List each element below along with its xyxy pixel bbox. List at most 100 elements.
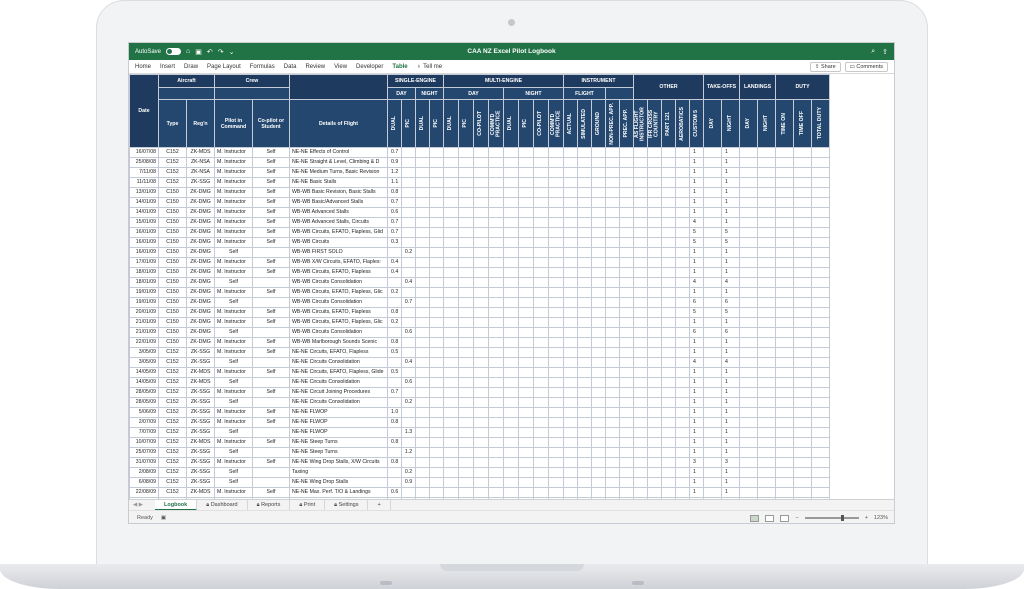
cell-takeoffs-day[interactable]: 4: [689, 357, 704, 368]
cell-empty[interactable]: [757, 387, 776, 398]
cell-regn[interactable]: ZK-SSG: [186, 357, 215, 368]
cell-empty[interactable]: [503, 197, 519, 208]
table-row[interactable]: 22/01/09 C150 ZK-DMG M. Instructor Self WB-WB…: [129, 337, 830, 348]
cell-empty[interactable]: [488, 197, 504, 208]
cell-empty[interactable]: [563, 487, 578, 498]
cell-empty[interactable]: [591, 467, 606, 478]
cell-empty[interactable]: [605, 247, 620, 258]
cell-date[interactable]: 22/08/09: [129, 487, 159, 498]
cell-type[interactable]: C152: [158, 167, 187, 178]
zoom-out-button[interactable]: −: [795, 515, 798, 521]
cell-takeoffs-day[interactable]: 1: [689, 267, 704, 278]
cell-empty[interactable]: [675, 317, 690, 328]
cell-empty[interactable]: [661, 297, 676, 308]
cell-empty[interactable]: [548, 327, 564, 338]
cell-empty[interactable]: [793, 187, 812, 198]
cell-empty[interactable]: [739, 377, 758, 388]
cell-empty[interactable]: [591, 447, 606, 458]
cell-empty[interactable]: [703, 227, 722, 238]
cell-empty[interactable]: [488, 177, 504, 188]
cell-empty[interactable]: [473, 357, 489, 368]
cell-empty[interactable]: [533, 477, 549, 488]
cell-date[interactable]: 6/08/09: [129, 477, 159, 488]
cell-empty[interactable]: [661, 177, 676, 188]
cell-empty[interactable]: [619, 417, 634, 428]
cell-empty[interactable]: [443, 187, 459, 198]
cell-se-day-pic[interactable]: [401, 257, 416, 268]
cell-empty[interactable]: [429, 197, 444, 208]
cell-type[interactable]: C152: [158, 377, 187, 388]
cell-empty[interactable]: [488, 427, 504, 438]
cell-date[interactable]: 22/01/09: [129, 337, 159, 348]
cell-empty[interactable]: [443, 337, 459, 348]
cell-empty[interactable]: [811, 157, 830, 168]
cell-empty[interactable]: [661, 257, 676, 268]
cell-empty[interactable]: [458, 337, 474, 348]
cell-empty[interactable]: [533, 377, 549, 388]
cell-empty[interactable]: [458, 467, 474, 478]
cell-empty[interactable]: [775, 397, 794, 408]
cell-se-day-pic[interactable]: [401, 157, 416, 168]
cell-empty[interactable]: [458, 487, 474, 498]
cell-empty[interactable]: [429, 407, 444, 418]
home-icon[interactable]: ⌂: [186, 48, 190, 55]
cell-empty[interactable]: [703, 307, 722, 318]
cell-empty[interactable]: [661, 327, 676, 338]
cell-landings-day[interactable]: 1: [721, 447, 740, 458]
cell-details[interactable]: NE-NE Steep Turns: [289, 447, 388, 458]
cell-empty[interactable]: [703, 337, 722, 348]
cell-empty[interactable]: [577, 487, 592, 498]
cell-empty[interactable]: [429, 457, 444, 468]
cell-empty[interactable]: [619, 477, 634, 488]
cell-empty[interactable]: [503, 267, 519, 278]
cell-empty[interactable]: [473, 287, 489, 298]
cell-empty[interactable]: [619, 257, 634, 268]
cell-empty[interactable]: [703, 167, 722, 178]
cell-empty[interactable]: [415, 317, 430, 328]
table-row[interactable]: 14/05/09 C152 ZK-MDS Self NE-NE Circuits Con…: [129, 377, 830, 388]
cell-se-day-pic[interactable]: [401, 337, 416, 348]
cell-empty[interactable]: [675, 297, 690, 308]
cell-regn[interactable]: ZK-MDS: [186, 377, 215, 388]
cell-empty[interactable]: [533, 257, 549, 268]
cell-empty[interactable]: [675, 187, 690, 198]
cell-takeoffs-day[interactable]: 4: [689, 217, 704, 228]
cell-empty[interactable]: [757, 187, 776, 198]
cell-empty[interactable]: [518, 287, 534, 298]
cell-empty[interactable]: [488, 447, 504, 458]
cell-empty[interactable]: [533, 437, 549, 448]
cell-empty[interactable]: [429, 437, 444, 448]
cell-empty[interactable]: [577, 307, 592, 318]
cell-empty[interactable]: [675, 287, 690, 298]
cell-empty[interactable]: [775, 177, 794, 188]
cell-empty[interactable]: [473, 307, 489, 318]
cell-empty[interactable]: [533, 247, 549, 258]
cell-empty[interactable]: [757, 317, 776, 328]
cell-pic[interactable]: M. Instructor: [214, 237, 253, 248]
cell-empty[interactable]: [811, 177, 830, 188]
cell-type[interactable]: C152: [158, 397, 187, 408]
cell-regn[interactable]: ZK-SSG: [186, 447, 215, 458]
cell-se-day-pic[interactable]: 0.6: [401, 377, 416, 388]
cell-empty[interactable]: [605, 267, 620, 278]
cell-empty[interactable]: [647, 477, 662, 488]
cell-empty[interactable]: [739, 207, 758, 218]
cell-pic[interactable]: M. Instructor: [214, 317, 253, 328]
cell-empty[interactable]: [811, 337, 830, 348]
cell-empty[interactable]: [633, 387, 648, 398]
cell-empty[interactable]: [739, 167, 758, 178]
cell-empty[interactable]: [793, 257, 812, 268]
cell-empty[interactable]: [533, 367, 549, 378]
cell-empty[interactable]: [633, 297, 648, 308]
cell-empty[interactable]: [793, 377, 812, 388]
cell-empty[interactable]: [757, 477, 776, 488]
cell-empty[interactable]: [458, 217, 474, 228]
cell-empty[interactable]: [661, 157, 676, 168]
cell-empty[interactable]: [488, 387, 504, 398]
table-row[interactable]: 28/05/09 C152 ZK-SSG Self NE-NE Circuits Con…: [129, 397, 830, 408]
cell-pic[interactable]: M. Instructor: [214, 207, 253, 218]
cell-empty[interactable]: [661, 247, 676, 258]
cell-empty[interactable]: [775, 197, 794, 208]
cell-type[interactable]: C150: [158, 187, 187, 198]
cell-empty[interactable]: [757, 257, 776, 268]
